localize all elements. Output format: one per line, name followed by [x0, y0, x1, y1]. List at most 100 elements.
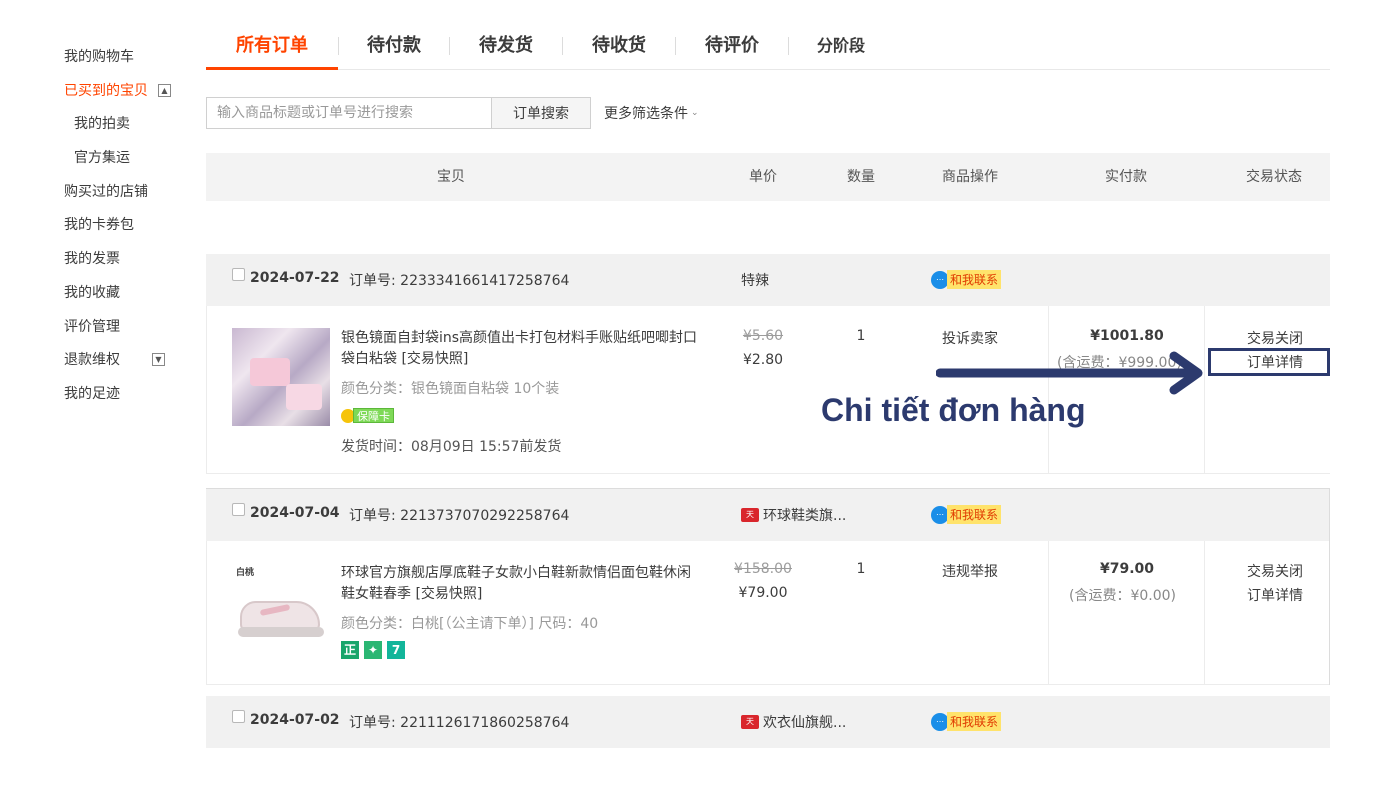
product-spec: 颜色分类：银色镜面自粘袋 10个装 — [341, 381, 560, 397]
product-thumbnail[interactable] — [232, 328, 330, 426]
contact-seller-button[interactable]: ⋯ 和我联系 — [931, 270, 1002, 289]
paid-total: ¥1001.80 — [1090, 328, 1164, 344]
report-violation-link[interactable]: 违规举报 — [942, 561, 998, 581]
quantity: 1 — [856, 328, 866, 344]
chevron-down-icon: ⌄ — [691, 108, 699, 118]
freight-info: (含运费：¥0.00) — [1069, 588, 1177, 604]
sidebar-item-invoices[interactable]: 我的发票 — [64, 248, 194, 282]
annotation-label: Chi tiết đơn hàng — [821, 392, 1086, 428]
seven-day-return-icon[interactable]: 7 — [387, 641, 405, 659]
search-bar: 订单搜索 更多筛选条件⌄ — [206, 97, 699, 129]
shop-name: 环球鞋类旗... — [763, 508, 847, 524]
tab-pending-review[interactable]: 待评价 — [676, 22, 788, 70]
contact-seller-button[interactable]: ⋯ 和我联系 — [931, 505, 1002, 524]
sidebar-item-label: 购买过的店铺 — [64, 183, 148, 200]
order-checkbox[interactable] — [232, 503, 245, 516]
original-price: ¥158.00 — [734, 561, 792, 577]
highlight-box — [1208, 348, 1330, 376]
order-tabs: 所有订单 待付款 待发货 待收货 待评价 分阶段 — [206, 22, 1330, 70]
product-title-link[interactable]: 银色镜面自封袋ins高颜值出卡打包材料手账贴纸吧唧封口袋白粘袋 [交易快照] — [341, 328, 701, 370]
order-header: 2024-07-22 订单号: 2233341661417258764 特辣 ⋯… — [206, 254, 1330, 306]
shop-link[interactable]: 天欢衣仙旗舰... — [741, 712, 846, 732]
col-header-unit-price: 单价 — [749, 169, 777, 185]
paid-total: ¥79.00 — [1099, 561, 1155, 577]
sidebar-item-label: 退款维权 — [64, 352, 120, 369]
collapse-icon[interactable]: ▲ — [158, 83, 171, 97]
sidebar-item-consolidation[interactable]: 官方集运 — [64, 147, 194, 181]
contact-label: 和我联系 — [947, 505, 1002, 524]
tab-all-orders[interactable]: 所有订单 — [206, 22, 338, 70]
shop-link[interactable]: 天环球鞋类旗... — [741, 505, 846, 525]
tmall-icon: 天 — [741, 508, 759, 522]
product-spec: 颜色分类：白桃[（公主请下单）] 尺码：40 — [341, 616, 599, 632]
product-title-link[interactable]: 环球官方旗舰店厚底鞋子女款小白鞋新款情侣面包鞋休闲鞋女鞋春季 [交易快照] — [341, 563, 701, 605]
thumbnail-decoration — [250, 358, 290, 386]
sidebar-item-shops[interactable]: 购买过的店铺 — [64, 181, 194, 215]
sidebar-item-cart[interactable]: 我的购物车 — [64, 46, 194, 80]
product-thumbnail[interactable]: 白桃 — [232, 563, 330, 661]
order-detail-link[interactable]: 订单详情 — [1207, 585, 1343, 605]
col-header-paid: 实付款 — [1105, 169, 1147, 185]
shop-link[interactable]: 特辣 — [741, 270, 769, 290]
sidebar: 我的购物车 已买到的宝贝 ▲ 我的拍卖 官方集运 购买过的店铺 我的卡券包 我的发… — [64, 46, 194, 417]
order-number: 订单号: 2213737070292258764 — [349, 508, 570, 524]
sidebar-item-label: 我的发票 — [64, 251, 120, 268]
guarantee-badge-icon[interactable]: ✦ — [364, 641, 382, 659]
col-header-quantity: 数量 — [847, 169, 875, 185]
order-number: 订单号: 2211126171860258764 — [349, 715, 570, 731]
order-checkbox[interactable] — [232, 710, 245, 723]
sidebar-item-label: 评价管理 — [64, 318, 120, 335]
tab-installment[interactable]: 分阶段 — [789, 22, 893, 70]
order-card: 2024-07-02 订单号: 2211126171860258764 天欢衣仙… — [206, 696, 1330, 748]
contact-seller-button[interactable]: ⋯ 和我联系 — [931, 712, 1002, 731]
original-price: ¥5.60 — [742, 328, 784, 344]
search-button[interactable]: 订单搜索 — [491, 97, 591, 129]
order-checkbox[interactable] — [232, 268, 245, 281]
unit-price: ¥79.00 — [738, 585, 788, 601]
tmall-icon: 天 — [741, 715, 759, 729]
sidebar-item-label: 我的购物车 — [64, 49, 134, 65]
sidebar-item-coupons[interactable]: 我的卡券包 — [64, 214, 194, 248]
sidebar-item-label: 我的卡券包 — [64, 217, 134, 234]
sidebar-item-label: 我的足迹 — [64, 385, 120, 402]
complain-seller-link[interactable]: 投诉卖家 — [942, 328, 998, 348]
tab-pending-shipment[interactable]: 待发货 — [450, 22, 562, 70]
more-filters-link[interactable]: 更多筛选条件 ⌄ — [604, 103, 699, 123]
service-badges: 保障卡 — [341, 408, 394, 423]
guarantee-card-badge[interactable]: 保障卡 — [341, 408, 394, 423]
sidebar-item-refunds[interactable]: 退款维权 ▼ — [64, 349, 194, 383]
expand-icon[interactable]: ▼ — [152, 353, 165, 367]
unit-price: ¥2.80 — [742, 352, 784, 368]
search-input[interactable] — [206, 97, 491, 129]
authentic-badge-icon[interactable]: 正 — [341, 641, 359, 659]
arrow-right-icon — [936, 351, 1203, 395]
col-header-item: 宝贝 — [437, 169, 465, 185]
order-item-row: 白桃 环球官方旗舰店厚底鞋子女款小白鞋新款情侣面包鞋休闲鞋女鞋春季 [交易快照]… — [206, 541, 1329, 685]
tab-pending-payment[interactable]: 待付款 — [339, 22, 449, 70]
sidebar-item-favorites[interactable]: 我的收藏 — [64, 282, 194, 316]
sidebar-item-label: 已买到的宝贝 — [64, 82, 148, 99]
order-card: 2024-07-04 订单号: 2213737070292258764 天环球鞋… — [206, 488, 1330, 685]
contact-label: 和我联系 — [947, 270, 1002, 289]
sidebar-item-label: 我的拍卖 — [74, 116, 130, 133]
order-date: 2024-07-04 — [250, 505, 340, 521]
sidebar-item-reviews[interactable]: 评价管理 — [64, 316, 194, 350]
sidebar-item-label: 我的收藏 — [64, 284, 120, 301]
col-header-item-ops: 商品操作 — [942, 169, 998, 185]
shoe-image — [238, 627, 324, 637]
sidebar-item-footprints[interactable]: 我的足迹 — [64, 383, 194, 417]
guarantee-label: 保障卡 — [353, 408, 394, 423]
orders-table-header: 宝贝 单价 数量 商品操作 实付款 交易状态 — [206, 153, 1330, 201]
order-date: 2024-07-02 — [250, 712, 340, 728]
quantity: 1 — [856, 561, 866, 577]
thumbnail-decoration — [286, 384, 322, 410]
sidebar-item-auction[interactable]: 我的拍卖 — [64, 113, 194, 147]
order-number: 订单号: 2233341661417258764 — [349, 273, 570, 289]
more-filters-label: 更多筛选条件 — [604, 106, 688, 122]
tab-pending-receipt[interactable]: 待收货 — [563, 22, 675, 70]
shop-name: 欢衣仙旗舰... — [763, 715, 847, 731]
sidebar-item-purchased[interactable]: 已买到的宝贝 ▲ — [64, 80, 194, 114]
order-header: 2024-07-02 订单号: 2211126171860258764 天欢衣仙… — [206, 696, 1330, 748]
trade-status: 交易关闭 — [1247, 564, 1303, 580]
ship-time: 发货时间：08月09日 15:57前发货 — [341, 439, 562, 455]
